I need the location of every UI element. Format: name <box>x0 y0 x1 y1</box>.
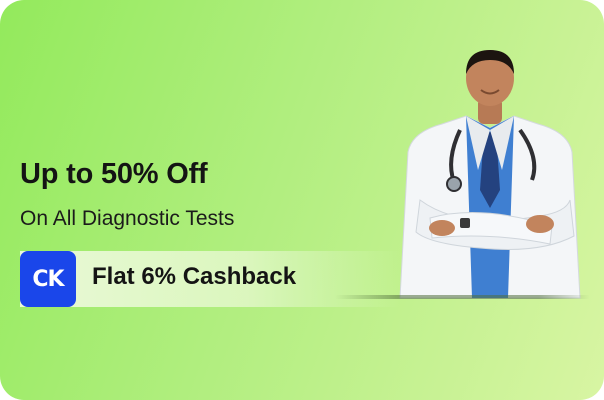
offer-subline: On All Diagnostic Tests <box>20 207 235 230</box>
ck-logo-icon: CK <box>20 251 76 307</box>
cashback-label: Flat 6% Cashback <box>92 263 297 290</box>
promo-banner-card[interactable]: Up to 50% Off On All Diagnostic Tests CK… <box>0 0 604 400</box>
doctor-ground-shadow <box>335 295 590 299</box>
offer-headline: Up to 50% Off <box>20 158 208 190</box>
doctor-illustration <box>399 50 581 299</box>
